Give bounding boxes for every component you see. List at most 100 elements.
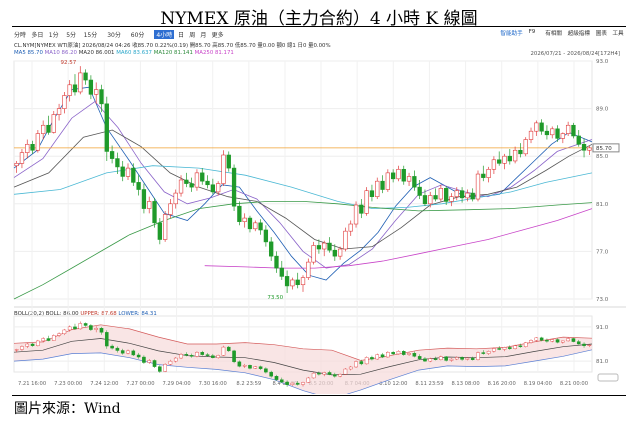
boll-candle-body [545,340,549,342]
boll-candle-body [73,326,77,330]
boll-candle-body [444,356,448,361]
candle-body [290,279,295,287]
candle-body [353,204,359,225]
candle-body [274,255,279,269]
candle-body [263,229,269,243]
boll-candle-body [492,348,496,352]
candle-body [178,179,184,194]
boll-candle-body [221,346,226,356]
candle-body [438,188,444,200]
candle-body [481,173,486,178]
candle-body [369,190,375,197]
candle-body [157,222,162,240]
candle-body [216,183,221,193]
boll-candle-body [94,328,98,330]
boll-candle-body [173,357,178,362]
last-price-label: 85.70 [596,146,612,152]
scroll-toggle [597,373,619,382]
boll-candle-body [67,326,72,331]
boll-candle-body [582,343,586,346]
candle-body [300,277,306,286]
candle-body [94,89,99,95]
price-tick-label: 85.0 [596,154,609,160]
boll-candle-body [534,337,539,341]
candle-body [162,214,168,240]
candle-body [152,201,157,224]
boll-candle-body [550,339,555,342]
boll-candle-body [348,366,353,370]
boll-candle-body [30,343,35,346]
candle-body [465,192,470,199]
boll-candle-body [396,351,401,355]
candle-body [327,242,332,251]
candle-body [475,173,481,200]
time-tick-label: 7.21 16:00 [18,381,46,387]
candle-body [417,186,422,196]
boll-candle-body [513,345,517,350]
candle-body [189,183,194,188]
boll-candle-body [14,349,19,351]
candle-body [412,176,417,188]
candle-body [539,122,544,132]
boll-candle-body [523,342,528,347]
candle-body [470,192,475,200]
price-tick-label: 77.0 [596,249,609,255]
candle-body [88,79,94,95]
boll-candle-body [460,357,464,360]
boll-candle-body [338,373,342,377]
boll-candle-body [99,328,104,333]
bottom-rule [12,395,626,396]
boll-candle-body [481,352,486,354]
boll-candle-body [454,357,459,360]
candle-body [51,114,56,133]
boll-candle-body [46,338,51,341]
time-tick-label: 8.11 23:59 [415,381,443,387]
boll-candle-body [269,371,273,377]
boll-candle-body [168,360,173,365]
candle-body [332,249,337,257]
candle-body [581,144,587,151]
boll-candle-body [449,358,454,361]
candle-body [279,267,284,277]
boll-candle-body [423,358,427,362]
price-tick-label: 93.0 [596,59,609,65]
boll-candle-body [407,353,411,355]
boll-candle-body [375,354,380,360]
candle-body [380,180,385,190]
boll-candle-body [36,340,40,346]
candle-body [459,190,465,199]
ma-line-ma10 [13,100,593,269]
candle-body [184,179,189,184]
boll-candle-body [179,354,183,359]
candle-body [168,203,173,215]
candle-body [396,168,401,180]
boll-candle-body [508,347,512,349]
candle-body [444,188,449,202]
boll-candle-body [370,357,374,360]
boll-candle-body [301,382,305,385]
boll-candle-body [216,355,220,358]
time-tick-label: 7.23 00:00 [54,381,82,387]
time-tick-label: 7.27 00:00 [126,381,154,387]
boll-candle-body [158,366,162,372]
candle-body [141,189,147,209]
low-annotation: 73.50 [267,295,283,301]
candle-body [587,147,592,151]
candle-body [454,190,459,197]
candle-body [226,154,231,169]
boll-candle-body [264,368,268,373]
boll-candle-body [529,340,533,343]
candle-body [147,201,152,209]
candle-body [173,192,178,205]
candle-body [512,149,518,162]
boll-candle-body [571,338,576,342]
price-tick-label: 81.0 [596,202,609,208]
figure-caption: 圖片來源：Wind [14,401,121,417]
candle-body [200,172,205,182]
candle-body [136,182,141,190]
candle-body [491,159,497,170]
candle-body [205,180,210,186]
candle-body [231,167,237,207]
candle-body [337,248,343,257]
candle-body [497,159,502,164]
